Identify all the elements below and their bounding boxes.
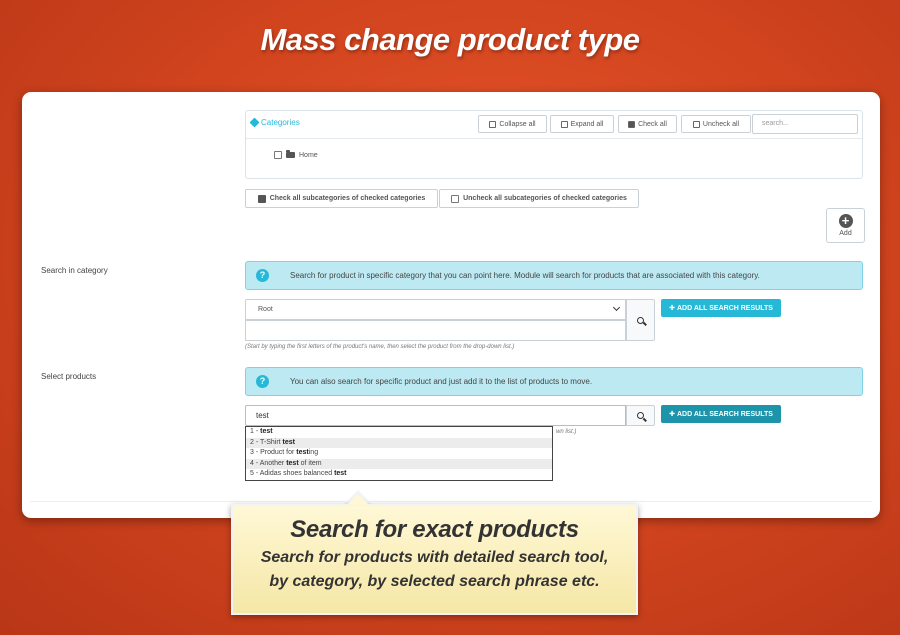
expand-all-button[interactable]: Expand all bbox=[550, 115, 614, 133]
autocomplete-item[interactable]: 2 - T-Shirt test bbox=[246, 437, 552, 448]
category-tree-header: Categories Collapse all Expand all Check… bbox=[246, 111, 862, 139]
category-help-text: (Start by typing the first letters of th… bbox=[245, 344, 515, 350]
product-search-input[interactable]: test bbox=[245, 405, 626, 426]
uncheck-subcategories-button[interactable]: Uncheck all subcategories of checked cat… bbox=[439, 189, 639, 208]
select-products-label: Select products bbox=[41, 372, 97, 381]
chevron-down-icon bbox=[612, 303, 621, 312]
plus-icon: ✚ bbox=[669, 411, 675, 418]
plus-icon: ✚ bbox=[669, 305, 675, 312]
autocomplete-list: 1 - test 2 - T-Shirt test 3 - Product fo… bbox=[245, 426, 553, 481]
search-icon bbox=[637, 412, 644, 419]
expand-all-label: Expand all bbox=[570, 120, 604, 128]
category-product-input[interactable] bbox=[245, 320, 626, 341]
products-info-alert: ? You can also search for specific produ… bbox=[245, 367, 863, 396]
feature-callout: Search for exact products Search for pro… bbox=[231, 504, 638, 615]
uncheck-all-button[interactable]: Uncheck all bbox=[681, 115, 751, 133]
callout-line-2: by category, by selected search phrase e… bbox=[269, 573, 600, 590]
page-headline: Mass change product type bbox=[260, 22, 640, 57]
uncheck-all-label: Uncheck all bbox=[702, 120, 740, 128]
checked-box-icon bbox=[628, 120, 636, 128]
tree-node-label: Home bbox=[299, 151, 318, 159]
category-select-value: Root bbox=[258, 306, 273, 313]
check-all-label: Check all bbox=[638, 120, 667, 128]
products-info-text: You can also search for specific product… bbox=[290, 377, 593, 386]
question-icon: ? bbox=[256, 269, 269, 282]
plus-circle-icon: + bbox=[838, 214, 853, 228]
category-add-all-button[interactable]: ✚ ADD ALL SEARCH RESULTS bbox=[661, 299, 781, 317]
category-tree: Categories Collapse all Expand all Check… bbox=[245, 110, 863, 179]
settings-panel: Categories Collapse all Expand all Check… bbox=[22, 92, 880, 518]
checked-box-icon bbox=[257, 194, 266, 203]
add-button-label: Add bbox=[839, 230, 852, 237]
tag-icon bbox=[249, 117, 260, 128]
category-tree-title-text: Categories bbox=[261, 118, 300, 127]
search-icon bbox=[637, 316, 644, 324]
folder-icon bbox=[286, 150, 295, 158]
question-icon: ? bbox=[256, 375, 269, 388]
category-info-text: Search for product in specific category … bbox=[290, 271, 760, 280]
collapse-icon bbox=[489, 120, 497, 128]
autocomplete-item[interactable]: 5 - Adidas shoes balanced test bbox=[246, 469, 552, 480]
unchecked-box-icon bbox=[692, 120, 700, 128]
uncheck-subcategories-label: Uncheck all subcategories of checked cat… bbox=[463, 195, 627, 202]
category-search-button[interactable] bbox=[626, 299, 655, 341]
product-search-button[interactable] bbox=[626, 405, 655, 426]
collapse-all-button[interactable]: Collapse all bbox=[478, 115, 547, 133]
autocomplete-item[interactable]: 1 - test bbox=[246, 427, 552, 438]
autocomplete-item[interactable]: 4 - Another test of item bbox=[246, 458, 552, 469]
products-add-all-button[interactable]: ✚ ADD ALL SEARCH RESULTS bbox=[661, 405, 781, 423]
category-info-alert: ? Search for product in specific categor… bbox=[245, 261, 863, 290]
search-in-category-label: Search in category bbox=[41, 266, 108, 275]
autocomplete-item[interactable]: 3 - Product for testing bbox=[246, 448, 552, 459]
unchecked-box-icon bbox=[451, 194, 460, 203]
panel-divider bbox=[30, 501, 872, 502]
collapse-all-label: Collapse all bbox=[499, 120, 536, 128]
callout-title: Search for exact products bbox=[290, 516, 579, 543]
category-tree-title: Categories bbox=[249, 117, 300, 128]
callout-body: Search for products with detailed search… bbox=[233, 546, 636, 594]
callout-line-1: Search for products with detailed search… bbox=[260, 549, 609, 566]
add-button[interactable]: + Add bbox=[826, 208, 865, 243]
category-search-input[interactable]: search... bbox=[752, 114, 858, 134]
products-help-text: wn list.) bbox=[556, 429, 577, 435]
check-all-button[interactable]: Check all bbox=[618, 115, 677, 133]
tree-node-home[interactable]: Home bbox=[274, 150, 318, 159]
category-add-all-label: ADD ALL SEARCH RESULTS bbox=[676, 304, 773, 312]
home-checkbox[interactable] bbox=[274, 151, 282, 159]
products-add-all-label: ADD ALL SEARCH RESULTS bbox=[676, 410, 773, 418]
category-select[interactable]: Root bbox=[245, 299, 626, 320]
callout-arrow-fill bbox=[347, 494, 369, 505]
check-subcategories-label: Check all subcategories of checked categ… bbox=[269, 195, 426, 202]
expand-icon bbox=[560, 120, 568, 128]
check-subcategories-button[interactable]: Check all subcategories of checked categ… bbox=[245, 189, 438, 208]
